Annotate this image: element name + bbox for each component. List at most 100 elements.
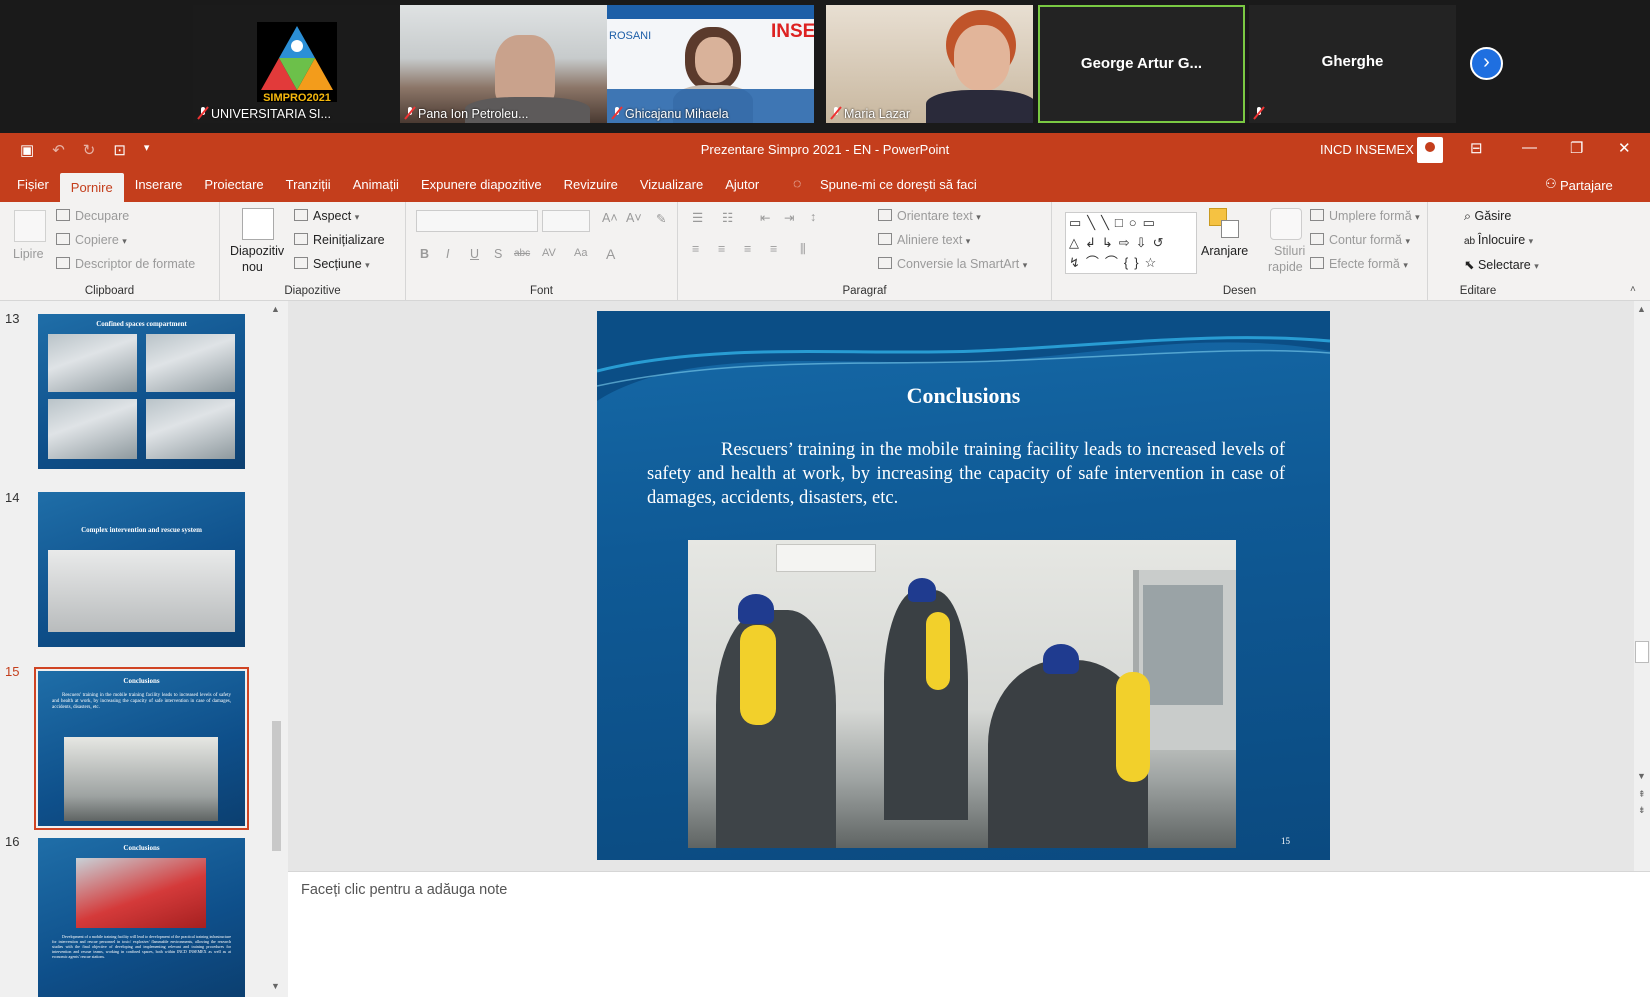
italic-button[interactable]: I xyxy=(446,247,449,261)
new-slide-button-line2[interactable]: nou xyxy=(242,260,263,274)
slide-scrollbar[interactable]: ▲ ▼ ⇞ ⇟ xyxy=(1634,301,1650,871)
tab-transitions[interactable]: Tranziții xyxy=(275,167,342,202)
tell-me-search[interactable]: Spune-mi ce dorești să faci xyxy=(820,177,977,192)
close-icon[interactable]: ✕ xyxy=(1618,139,1631,157)
participant-tile[interactable]: Pana Ion Petroleu... xyxy=(400,5,607,123)
font-color-button[interactable]: A xyxy=(606,246,615,262)
restore-icon[interactable]: ❐ xyxy=(1570,139,1583,157)
participant-name: Gherghe xyxy=(1321,53,1384,70)
increase-indent-icon[interactable]: ⇥ xyxy=(784,210,794,225)
layout-button[interactable]: Aspect ▾ xyxy=(294,209,359,223)
numbering-icon[interactable]: ☷ xyxy=(722,210,733,225)
smartart-button[interactable]: Conversie la SmartArt ▾ xyxy=(878,257,1027,271)
slide-thumbnail[interactable]: Conclusions Development of a mobile trai… xyxy=(38,838,245,997)
find-button[interactable]: ⌕ Găsire xyxy=(1464,209,1511,224)
tab-home[interactable]: Pornire xyxy=(59,173,124,202)
slide-body-text[interactable]: Rescuers’ training in the mobile trainin… xyxy=(647,438,1285,510)
user-name[interactable]: INCD INSEMEX xyxy=(1320,142,1414,157)
participant-tile[interactable]: Maria Lazar xyxy=(826,5,1033,123)
align-text-icon xyxy=(878,233,892,245)
underline-button[interactable]: U xyxy=(470,247,479,261)
thumb-photo xyxy=(48,399,137,459)
change-case-button[interactable]: Aa xyxy=(574,247,587,259)
previous-slide-icon[interactable]: ⇞ xyxy=(1638,789,1646,800)
thumbnails-scrollbar[interactable]: ▲ ▼ xyxy=(270,301,283,997)
scrollbar-thumb[interactable] xyxy=(1635,641,1649,663)
tab-design[interactable]: Proiectare xyxy=(193,167,274,202)
share-button[interactable]: Partajare xyxy=(1560,178,1613,193)
align-right-icon[interactable]: ≡ xyxy=(744,242,751,256)
thumb-title: Confined spaces compartment xyxy=(96,320,187,328)
reset-button[interactable]: Reinițializare xyxy=(294,233,385,247)
bullets-icon[interactable]: ☰ xyxy=(692,210,703,225)
cut-button[interactable]: Decupare xyxy=(56,209,129,223)
slide-thumbnail-selected[interactable]: Conclusions Rescuers' training in the mo… xyxy=(34,667,249,830)
decrease-indent-icon[interactable]: ⇤ xyxy=(760,210,770,225)
tab-review[interactable]: Revizuire xyxy=(553,167,629,202)
participant-tile[interactable]: SIMPRO2021 UNIVERSITARIA SI... xyxy=(193,5,400,123)
clear-formatting-icon[interactable]: ✎ xyxy=(656,211,666,226)
next-slide-icon[interactable]: ⇟ xyxy=(1638,805,1646,816)
arrange-icon-part xyxy=(1221,220,1239,238)
tab-view[interactable]: Vizualizare xyxy=(629,167,714,202)
align-left-icon[interactable]: ≡ xyxy=(692,242,699,256)
notes-pane[interactable]: Faceți clic pentru a adăuga note xyxy=(288,871,1650,997)
grow-font-icon[interactable]: A˄ xyxy=(602,211,618,225)
participant-tile[interactable]: ROSANI INSE Ghicajanu Mihaela xyxy=(607,5,814,123)
participant-tile[interactable]: Gherghe xyxy=(1249,5,1456,123)
paste-button[interactable]: Lipire xyxy=(13,247,44,261)
arrange-button[interactable]: Aranjare xyxy=(1201,244,1248,258)
scroll-down-icon[interactable]: ▼ xyxy=(271,981,280,991)
participant-tile-active[interactable]: George Artur G... xyxy=(1038,5,1245,123)
font-size-dropdown[interactable] xyxy=(542,210,590,232)
format-painter-button[interactable]: Descriptor de formate xyxy=(56,257,195,271)
scroll-up-icon[interactable]: ▲ xyxy=(271,304,280,314)
shrink-font-icon[interactable]: A˅ xyxy=(626,211,642,225)
columns-icon[interactable]: ⫼ xyxy=(800,242,806,257)
scroll-down-icon[interactable]: ▼ xyxy=(1637,771,1646,781)
participant-name: Pana Ion Petroleu... xyxy=(418,107,529,121)
photo-ac-unit xyxy=(776,544,876,572)
tab-animations[interactable]: Animații xyxy=(342,167,410,202)
scroll-up-icon[interactable]: ▲ xyxy=(1637,304,1646,314)
section-button[interactable]: Secțiune ▾ xyxy=(294,257,370,271)
character-spacing-button[interactable]: AV xyxy=(542,247,556,259)
current-slide[interactable]: Conclusions Rescuers’ training in the mo… xyxy=(597,311,1330,860)
font-name-dropdown[interactable] xyxy=(416,210,538,232)
select-button[interactable]: ⬉ Selectare ▾ xyxy=(1464,257,1539,272)
tab-file[interactable]: Fișier xyxy=(6,167,60,202)
copy-label: Copiere xyxy=(75,233,119,247)
scrollbar-thumb[interactable] xyxy=(272,721,281,851)
slide-photo[interactable] xyxy=(688,540,1236,848)
bold-button[interactable]: B xyxy=(420,247,429,261)
text-direction-button[interactable]: Orientare text ▾ xyxy=(878,209,981,223)
shapes-gallery[interactable]: ▭╲╲□○▭ △↲↳⇨⇩↺ ↯⌒⌒{}☆ xyxy=(1065,212,1197,274)
strikethrough-button[interactable]: abc xyxy=(514,248,530,259)
tab-slideshow[interactable]: Expunere diapozitive xyxy=(410,167,553,202)
shape-outline-button[interactable]: Contur formă ▾ xyxy=(1310,233,1410,247)
collapse-ribbon-icon[interactable]: ˄ xyxy=(1630,284,1636,295)
shape-effects-button[interactable]: Efecte formă ▾ xyxy=(1310,257,1408,271)
shape-fill-button[interactable]: Umplere formă ▾ xyxy=(1310,209,1420,223)
align-text-button[interactable]: Aliniere text ▾ xyxy=(878,233,970,247)
slide-thumbnail[interactable]: Confined spaces compartment xyxy=(38,314,245,469)
slide-title[interactable]: Conclusions xyxy=(597,383,1330,409)
ribbon-display-icon[interactable]: ⊟ xyxy=(1470,139,1483,157)
notes-placeholder[interactable]: Faceți clic pentru a adăuga note xyxy=(301,882,507,898)
tab-insert[interactable]: Inserare xyxy=(124,167,194,202)
line-spacing-icon[interactable]: ↕ xyxy=(810,210,816,224)
replace-button[interactable]: ab Înlocuire ▾ xyxy=(1464,233,1533,247)
align-center-icon[interactable]: ≡ xyxy=(718,242,725,256)
quick-styles-button[interactable]: Stiluri xyxy=(1274,244,1305,258)
next-participants-button[interactable]: › xyxy=(1470,47,1503,80)
slide-thumbnail[interactable]: Complex intervention and rescue system xyxy=(38,492,245,647)
new-slide-button[interactable]: Diapozitiv xyxy=(230,244,284,258)
shadow-button[interactable]: S xyxy=(494,247,502,261)
copy-button[interactable]: Copiere ▾ xyxy=(56,233,127,247)
minimize-icon[interactable]: — xyxy=(1522,139,1537,156)
avatar[interactable] xyxy=(1417,137,1443,163)
justify-icon[interactable]: ≡ xyxy=(770,242,777,256)
tab-help[interactable]: Ajutor xyxy=(714,167,770,202)
quick-styles-button-line2[interactable]: rapide xyxy=(1268,260,1303,274)
slide-thumbnails-pane: 13 Confined spaces compartment 14 Comple… xyxy=(0,301,288,997)
